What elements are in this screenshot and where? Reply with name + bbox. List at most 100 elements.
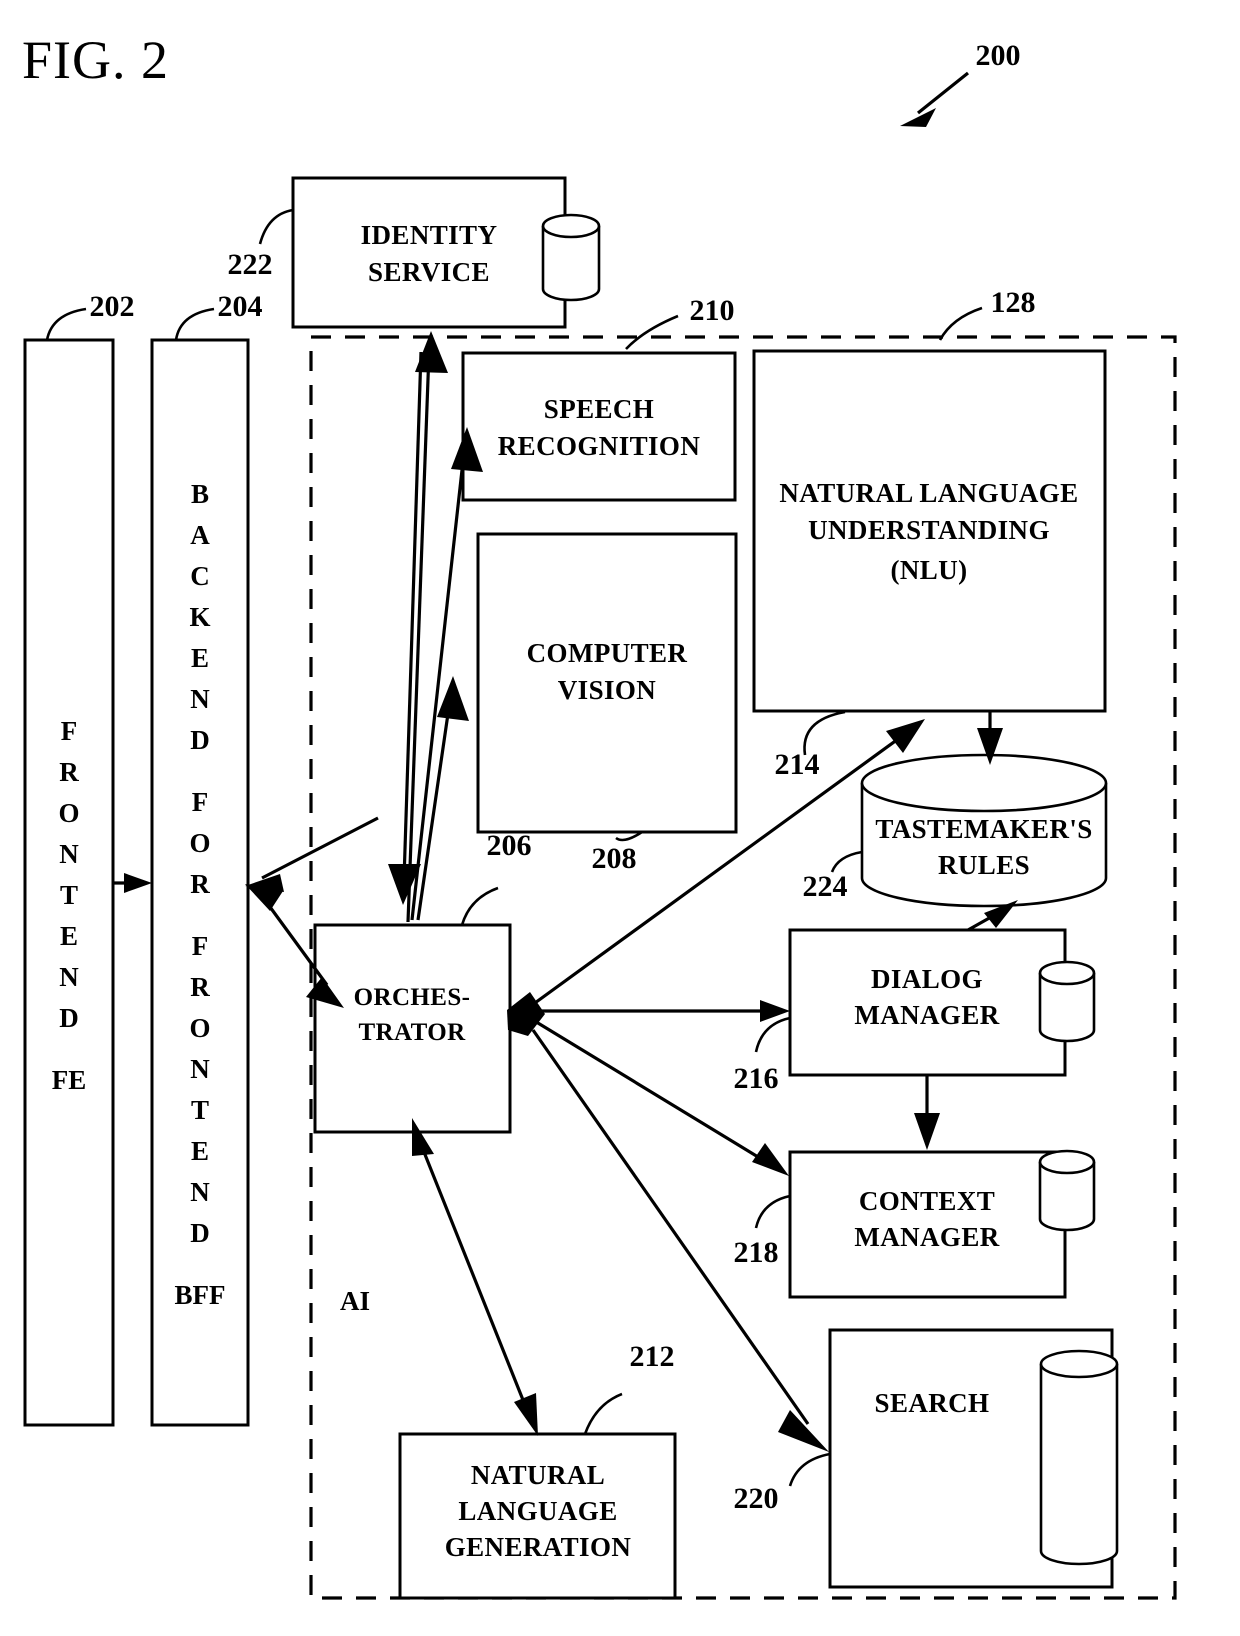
speech-recognition-box[interactable] <box>461 351 737 502</box>
nlu-label-line2: UNDERSTANDING <box>808 515 1050 545</box>
context-manager-label-line2: MANAGER <box>854 1222 999 1252</box>
bff-letter-6: D <box>190 725 210 755</box>
arrowhead-orch-nlu <box>886 719 925 753</box>
bff-letter-1: A <box>190 520 210 550</box>
arrowhead-fe-bff <box>124 873 152 893</box>
identity-service-label-line1: IDENTITY <box>361 220 498 250</box>
tastemakers-rules-top <box>860 753 1108 813</box>
figure-title: FIG. 2 <box>22 30 169 90</box>
context-db-top <box>1038 1149 1096 1175</box>
node-nlg[interactable]: NATURAL LANGUAGE GENERATION 212 <box>398 1340 677 1600</box>
ref-leader-line-204 <box>174 307 215 341</box>
ref-leader-206: 206 <box>460 829 532 926</box>
ref-label-220: 220 <box>734 1482 779 1515</box>
ref-label-200: 200 <box>976 39 1021 72</box>
ref-label-212: 212 <box>630 1340 675 1373</box>
ref-leader-222: 222 <box>228 208 294 281</box>
frontend-letter-4: T <box>60 880 78 910</box>
node-dialog-manager[interactable]: DIALOG MANAGER 216 <box>734 928 1096 1095</box>
bff-letter-2: C <box>190 561 210 591</box>
ref-label-210: 210 <box>690 294 735 327</box>
system-ref-line <box>917 71 969 115</box>
identity-service-label-line2: SERVICE <box>368 257 490 287</box>
dialog-manager-database-icon <box>1038 960 1096 1043</box>
ref-leader-line-128 <box>938 306 983 341</box>
frontend-letter-6: N <box>59 962 79 992</box>
ref-leader-line-216 <box>754 1016 791 1053</box>
ref-leader-line-224 <box>830 850 863 873</box>
bff-letter-17: E <box>191 1136 209 1166</box>
orchestrator-label-line2: TRATOR <box>358 1019 466 1046</box>
frontend-letter-7: D <box>59 1003 79 1033</box>
node-identity-service[interactable]: IDENTITY SERVICE 222 <box>228 176 601 329</box>
search-db-top <box>1039 1349 1119 1379</box>
bff-letter-19: D <box>190 1218 210 1248</box>
link-orchestrator-nlg <box>412 1118 538 1436</box>
search-database-icon <box>1039 1349 1119 1566</box>
ref-label-222: 222 <box>228 248 273 281</box>
node-nlu[interactable]: NATURAL LANGUAGE UNDERSTANDING (NLU) 128 <box>752 286 1107 713</box>
link-identity-orchestrator <box>388 351 423 905</box>
system-ref-200: 200 <box>900 39 1021 127</box>
link-frontend-to-bff <box>113 873 152 893</box>
ref-leader-204: 204 <box>174 290 263 341</box>
ref-label-224: 224 <box>803 870 848 903</box>
link-orchestrator-search <box>531 1029 829 1452</box>
identity-service-box[interactable] <box>291 176 567 329</box>
identity-db-top <box>541 213 601 239</box>
bff-letter-5: N <box>190 684 210 714</box>
patent-figure-2: FIG. 2 200 AI 214 F R O N T E N D FE 202 <box>0 0 1240 1636</box>
ref-leader-line-206 <box>460 886 499 926</box>
bff-letter-13: R <box>190 972 210 1002</box>
ref-label-218: 218 <box>734 1236 779 1269</box>
node-bff[interactable]: B A C K E N D F O R F R O N T E N D BFF … <box>150 290 263 1427</box>
bff-letter-15: N <box>190 1054 210 1084</box>
bff-letter-10: R <box>190 869 210 899</box>
dialog-db-top <box>1038 960 1096 986</box>
node-frontend[interactable]: F R O N T E N D FE 202 <box>23 290 135 1427</box>
ref-leader-208: 208 <box>592 830 643 875</box>
computer-vision-label-line2: VISION <box>558 675 657 705</box>
node-computer-vision[interactable]: COMPUTER VISION 208 <box>476 532 738 875</box>
ref-label-216: 216 <box>734 1062 779 1095</box>
nlg-label-line1: NATURAL <box>471 1460 605 1490</box>
frontend-letter-1: R <box>59 757 79 787</box>
arrowhead-orch-context <box>752 1143 789 1176</box>
speech-recognition-label-line2: RECOGNITION <box>498 431 701 461</box>
nlg-label-line3: GENERATION <box>445 1532 632 1562</box>
link-line-orch-bff-a <box>261 816 379 880</box>
ref-leader-212: 212 <box>583 1340 675 1435</box>
nlg-label-line2: LANGUAGE <box>458 1496 617 1526</box>
arrowhead-orch-cv <box>437 676 469 721</box>
ref-leader-line-210 <box>625 314 679 350</box>
speech-recognition-label-line1: SPEECH <box>544 394 654 424</box>
ref-label-206: 206 <box>487 829 532 862</box>
bff-letter-12: F <box>192 931 209 961</box>
ref-label-208: 208 <box>592 842 637 875</box>
bff-letter-18: N <box>190 1177 210 1207</box>
context-manager-database-icon <box>1038 1149 1096 1232</box>
search-db-body <box>1039 1364 1119 1566</box>
node-search[interactable]: SEARCH 220 <box>734 1328 1119 1589</box>
ref-leader-216: 216 <box>734 1016 791 1095</box>
ref-leader-202: 202 <box>45 290 135 341</box>
link-orchestrator-dialog <box>533 1000 790 1022</box>
system-ref-arrowhead <box>900 108 936 127</box>
link-orchestrator-identity <box>406 331 448 923</box>
arrowhead-orch-nlg <box>514 1393 538 1436</box>
link-line-orch-nlg <box>418 1141 529 1411</box>
diagram-canvas: FIG. 2 200 AI 214 F R O N T E N D FE 202 <box>22 30 1177 1600</box>
bff-letter-8: F <box>192 787 209 817</box>
ref-label-202: 202 <box>90 290 135 323</box>
node-context-manager[interactable]: CONTEXT MANAGER 218 <box>734 1149 1096 1299</box>
search-label-line1: SEARCH <box>875 1388 990 1418</box>
bff-letter-4: E <box>191 643 209 673</box>
node-tastemakers-rules[interactable]: TASTEMAKER'S RULES 224 <box>803 753 1108 908</box>
ref-leader-line-218 <box>754 1194 791 1229</box>
ref-leader-218: 218 <box>734 1194 791 1269</box>
frontend-letter-3: N <box>59 839 79 869</box>
arrowhead-dialog-context <box>914 1113 940 1150</box>
context-manager-label-line1: CONTEXT <box>859 1186 995 1216</box>
ref-label-204: 204 <box>218 290 263 323</box>
ref-leader-line-222 <box>258 208 294 245</box>
